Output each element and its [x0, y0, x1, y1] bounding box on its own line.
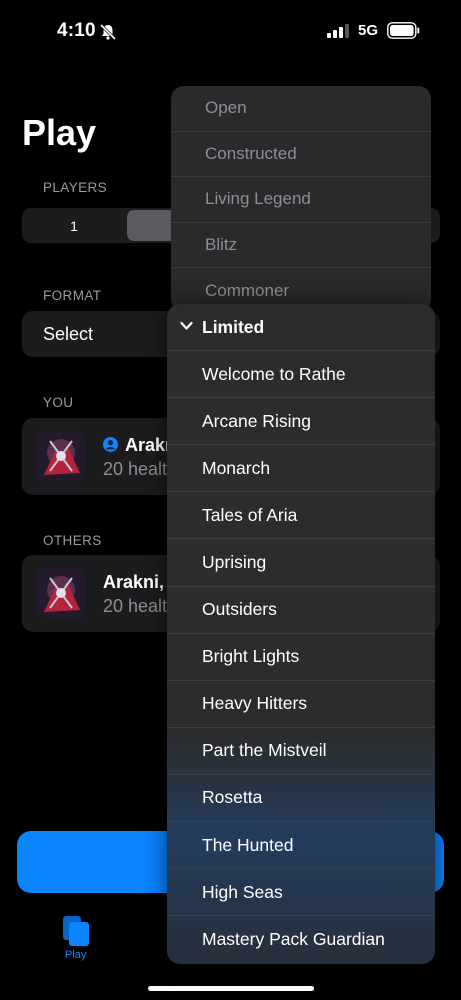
home-indicator: [148, 986, 314, 991]
format-menu-item-constructed[interactable]: Constructed: [171, 132, 431, 178]
limited-submenu-header[interactable]: Limited: [167, 304, 435, 352]
format-section-label: FORMAT: [43, 288, 102, 303]
person-circle-icon: [103, 437, 118, 452]
hero-avatar: [36, 431, 86, 481]
limited-item-heavy-hitters[interactable]: Heavy Hitters: [167, 681, 435, 728]
format-menu-item-blitz[interactable]: Blitz: [171, 223, 431, 269]
you-player-health: 20 health: [103, 459, 178, 479]
others-section-label: OTHERS: [43, 533, 102, 548]
limited-item-tales-of-aria[interactable]: Tales of Aria: [167, 492, 435, 540]
limited-submenu: Limited Welcome to Rathe Arcane Rising M…: [167, 304, 435, 964]
hero-avatar: [36, 568, 86, 618]
other-player-name: Arakni,: [103, 572, 165, 592]
limited-item-outsiders[interactable]: Outsiders: [167, 587, 435, 634]
format-select-value: Select: [43, 324, 94, 344]
limited-item-bright-lights[interactable]: Bright Lights: [167, 634, 435, 681]
limited-item-rosetta[interactable]: Rosetta: [167, 775, 435, 823]
chevron-down-icon: [180, 321, 193, 330]
players-section-label: PLAYERS: [43, 180, 108, 195]
limited-item-monarch[interactable]: Monarch: [167, 445, 435, 493]
format-menu-item-open[interactable]: Open: [171, 86, 431, 132]
tab-play-label[interactable]: Play: [65, 949, 86, 961]
limited-item-uprising[interactable]: Uprising: [167, 539, 435, 587]
limited-item-high-seas[interactable]: High Seas: [167, 869, 435, 917]
network-type: 5G: [358, 22, 379, 39]
you-section-label: YOU: [43, 395, 74, 410]
limited-item-the-hunted[interactable]: The Hunted: [167, 822, 435, 870]
battery-icon: [387, 22, 420, 39]
status-bar: 4:10 5G: [0, 0, 461, 60]
format-menu: Open Constructed Living Legend Blitz Com…: [171, 86, 431, 312]
cellular-signal-icon: [327, 24, 349, 38]
limited-item-welcome-to-rathe[interactable]: Welcome to Rathe: [167, 351, 435, 399]
limited-item-mastery-pack-guardian[interactable]: Mastery Pack Guardian: [167, 916, 435, 963]
status-time: 4:10: [57, 20, 96, 41]
limited-item-part-the-mistveil[interactable]: Part the Mistveil: [167, 728, 435, 775]
format-menu-item-living-legend[interactable]: Living Legend: [171, 177, 431, 223]
players-option-1[interactable]: 1: [24, 210, 124, 241]
limited-item-arcane-rising[interactable]: Arcane Rising: [167, 398, 435, 446]
other-player-health: 20 health: [103, 596, 178, 616]
page-title: Play: [22, 112, 97, 153]
limited-submenu-title: Limited: [202, 316, 265, 337]
play-cards-icon[interactable]: [62, 915, 90, 947]
bell-slash-icon: [99, 23, 117, 41]
